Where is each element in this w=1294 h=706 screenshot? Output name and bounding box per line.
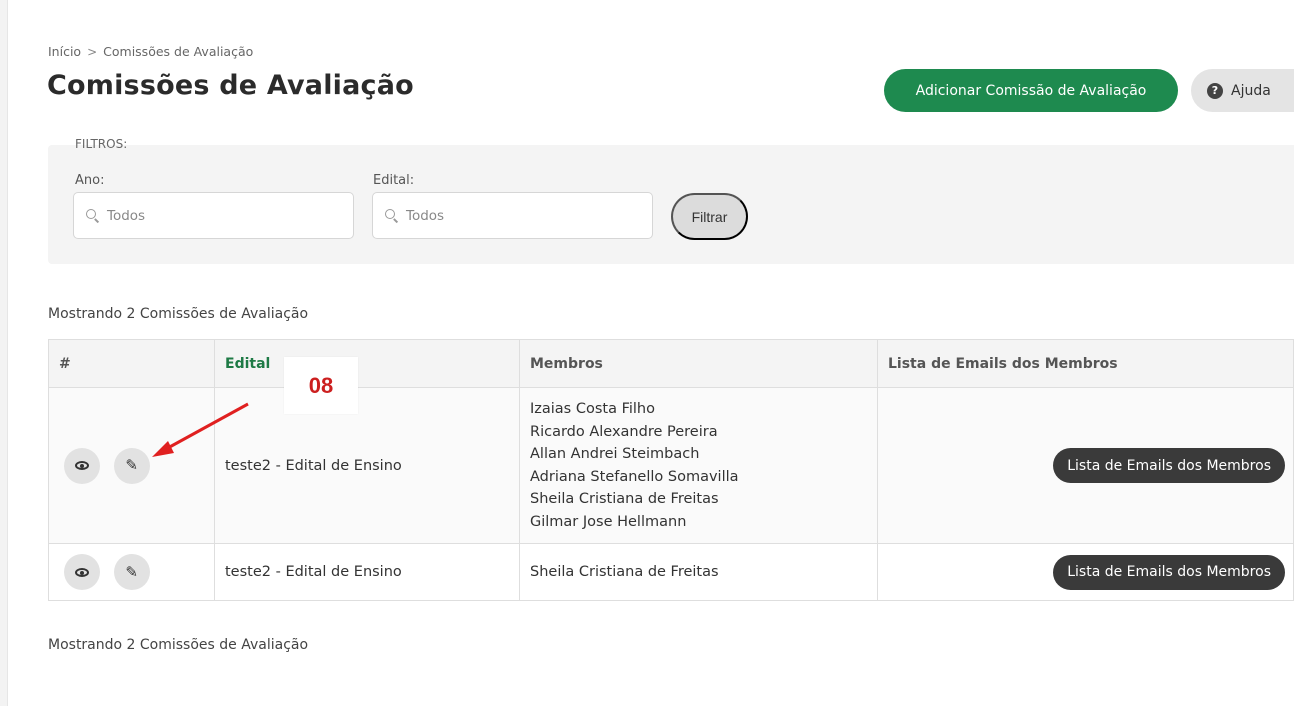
view-button[interactable] [64, 554, 100, 590]
ano-label: Ano: [75, 173, 105, 188]
ano-placeholder: Todos [107, 207, 146, 224]
help-label: Ajuda [1231, 82, 1271, 99]
edital-label: Edital: [373, 173, 415, 188]
breadcrumb-separator: > [87, 44, 98, 59]
breadcrumb-current: Comissões de Avaliação [103, 44, 254, 59]
help-button[interactable]: ? Ajuda [1191, 69, 1294, 112]
column-header-edital[interactable]: Edital [214, 339, 520, 388]
pencil-icon: ✎ [125, 562, 138, 581]
column-header-members: Membros [519, 339, 878, 388]
edit-button[interactable]: ✎ [113, 447, 150, 484]
annotation-label: 08 [284, 357, 358, 414]
left-edge-rule [0, 0, 8, 706]
page-title: Comissões de Avaliação [47, 70, 414, 101]
column-header-emails: Lista de Emails dos Membros [877, 339, 1294, 388]
member-name: Sheila Cristiana de Freitas [530, 491, 719, 507]
member-name: Izaias Costa Filho [530, 401, 655, 417]
member-emails-button[interactable]: Lista de Emails dos Membros [1053, 448, 1285, 483]
add-commission-button[interactable]: Adicionar Comissão de Avaliação [884, 69, 1178, 112]
edital-placeholder: Todos [406, 207, 445, 224]
table-header-row: # Edital Membros Lista de Emails dos Mem… [48, 339, 1294, 388]
edital-input[interactable]: Todos [372, 192, 653, 239]
commissions-table: # Edital Membros Lista de Emails dos Mem… [48, 339, 1294, 601]
table-row: ✎ teste2 - Edital de Ensino Sheila Crist… [48, 543, 1294, 601]
member-name: Adriana Stefanello Somavilla [530, 468, 739, 485]
filter-button[interactable]: Filtrar [671, 193, 748, 240]
members-cell: Izaias Costa Filho Ricardo Alexandre Per… [519, 387, 878, 544]
ano-input[interactable]: Todos [73, 192, 354, 239]
emails-cell: Lista de Emails dos Membros [877, 543, 1294, 601]
results-count-top: Mostrando 2 Comissões de Avaliação [48, 306, 309, 322]
column-header-index: # [48, 339, 215, 388]
member-name: Gilmar Jose Hellmann [530, 513, 687, 530]
view-button[interactable] [64, 447, 100, 484]
table-row: ✎ teste2 - Edital de Ensino Izaias Costa… [48, 387, 1294, 544]
member-name: Allan Andrei Steimbach [530, 446, 700, 462]
edital-cell: teste2 - Edital de Ensino [214, 387, 520, 544]
row-actions: ✎ [48, 387, 215, 544]
eye-icon [75, 461, 89, 470]
breadcrumb-home[interactable]: Início [48, 44, 81, 59]
row-actions: ✎ [48, 543, 215, 601]
eye-icon [75, 567, 89, 577]
results-count-bottom: Mostrando 2 Comissões de Avaliação [48, 637, 309, 653]
search-icon [385, 209, 398, 222]
filters-panel: FILTROS: Ano: Todos Edital: Todos Filtra… [48, 137, 1294, 264]
members-cell: Sheila Cristiana de Freitas [519, 543, 878, 601]
member-name: Ricardo Alexandre Pereira [530, 423, 718, 440]
member-name: Sheila Cristiana de Freitas [530, 564, 719, 580]
filters-title: FILTROS: [75, 137, 128, 151]
emails-cell: Lista de Emails dos Membros [877, 387, 1294, 544]
breadcrumb: Início > Comissões de Avaliação [48, 44, 253, 59]
search-icon [86, 209, 99, 222]
pencil-icon: ✎ [125, 456, 138, 474]
member-emails-button[interactable]: Lista de Emails dos Membros [1053, 554, 1285, 590]
question-circle-icon: ? [1207, 82, 1223, 99]
edit-button[interactable]: ✎ [113, 554, 150, 590]
edital-cell: teste2 - Edital de Ensino [214, 543, 520, 601]
